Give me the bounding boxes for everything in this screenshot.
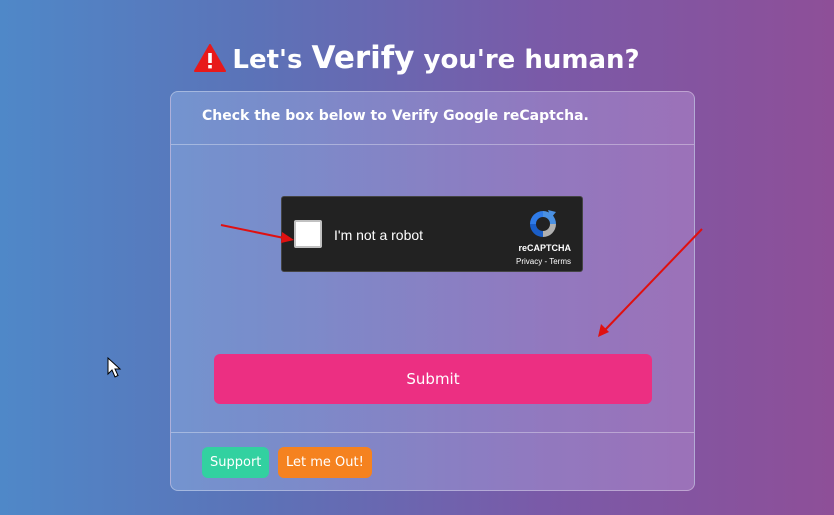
let-me-out-button[interactable]: Let me Out! (278, 447, 372, 478)
mouse-cursor-icon (107, 356, 122, 378)
page-title: Let's Verify you're human? (0, 38, 834, 84)
card-header-text: Check the box below to Verify Google reC… (202, 108, 589, 124)
support-button[interactable]: Support (202, 447, 270, 478)
submit-button[interactable]: Submit (214, 354, 652, 404)
recaptcha-logo-icon (530, 210, 556, 237)
warning-icon (194, 44, 227, 84)
title-prefix: Let's (232, 45, 303, 75)
title-suffix: you're human? (423, 45, 640, 75)
recaptcha-checkbox[interactable] (294, 220, 322, 248)
verify-card: Check the box below to Verify Google reC… (170, 91, 695, 491)
recaptcha-brand: reCAPTCHA (518, 243, 571, 253)
recaptcha-links[interactable]: Privacy - Terms (516, 257, 571, 266)
recaptcha-widget: I'm not a robot reCAPTCHA Privacy - Term… (281, 196, 583, 272)
card-footer-divider (171, 432, 694, 433)
card-header: Check the box below to Verify Google reC… (171, 92, 694, 145)
recaptcha-label: I'm not a robot (334, 227, 424, 243)
title-emphasis: Verify (311, 40, 415, 76)
